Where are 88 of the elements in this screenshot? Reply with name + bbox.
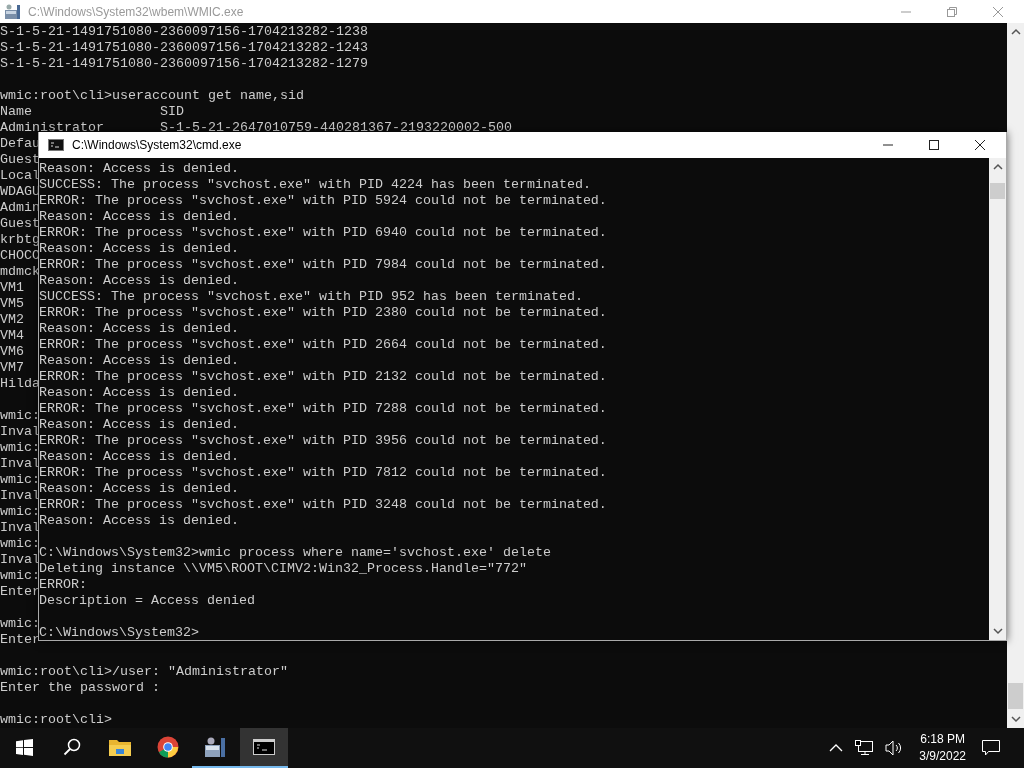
- console-icon: [48, 139, 64, 151]
- console-line: Reason: Access is denied.: [39, 417, 239, 433]
- console-line: Reason: Access is denied.: [39, 481, 239, 497]
- tools-icon: [4, 3, 22, 20]
- console-line: ERROR: The process "svchost.exe" with PID 7812 could not be terminated.: [39, 465, 607, 481]
- console-line: mdmck: [0, 264, 40, 280]
- console-line: Reason: Access is denied.: [39, 385, 239, 401]
- console-line: Reason: Access is denied.: [39, 241, 239, 257]
- console-line: VM5: [0, 296, 24, 312]
- browser-icon: [157, 736, 179, 758]
- console-line: C:\Windows\System32>: [39, 625, 199, 640]
- window-title: C:\Windows\System32\wbem\WMIC.exe: [28, 4, 244, 19]
- server-tools-icon: [204, 736, 228, 758]
- console-line: SUCCESS: The process "svchost.exe" with PID 952 has been terminated.: [39, 289, 583, 305]
- console-line: wmic:root\cli>/user: "Administrator": [0, 664, 288, 680]
- console-line: ERROR: The process "svchost.exe" with PID 7288 could not be terminated.: [39, 401, 607, 417]
- console-line: SUCCESS: The process "svchost.exe" with PID 4224 has been terminated.: [39, 177, 591, 193]
- console-line: Local: [0, 168, 40, 184]
- console-line: S-1-5-21-1491751080-2360097156-1704213282-1279: [0, 56, 368, 72]
- console-line: ERROR: The process "svchost.exe" with PID 6940 could not be terminated.: [39, 225, 607, 241]
- console-line: Reason: Access is denied.: [39, 353, 239, 369]
- console-line: C:\Windows\System32>wmic process where name='svchost.exe' delete: [39, 545, 551, 561]
- window-title: C:\Windows\System32\cmd.exe: [72, 138, 242, 152]
- console-line: wmic:: [0, 616, 40, 631]
- console-line: Reason: Access is denied.: [39, 513, 239, 529]
- console-line: wmic:: [0, 472, 40, 488]
- console-line: wmic:: [0, 504, 40, 520]
- console-line: Reason: Access is denied.: [39, 161, 239, 177]
- console-line: Hilda: [0, 376, 40, 392]
- scroll-up-icon[interactable]: [1010, 28, 1021, 36]
- search-icon: [63, 738, 81, 756]
- console-line: wmic:: [0, 536, 40, 551]
- console-line: Reason: Access is denied.: [39, 273, 239, 289]
- scroll-up-icon[interactable]: [992, 163, 1003, 171]
- console-line: Enter: [0, 584, 40, 600]
- console-line: Description = Access denied: [39, 593, 255, 609]
- console-line: ERROR: The process "svchost.exe" with PID 2132 could not be terminated.: [39, 369, 607, 385]
- console-line: VM6: [0, 344, 24, 360]
- console-line: Guest: [0, 152, 40, 168]
- console-line: Guest: [0, 216, 40, 232]
- windows-icon: [15, 738, 33, 756]
- console-line: ERROR: The process "svchost.exe" with PID 3248 could not be terminated.: [39, 497, 607, 513]
- console-line: Deleting instance \\VM5\ROOT\CIMV2:Win32_Process.Handle="772": [39, 561, 527, 577]
- console-icon: [253, 739, 275, 755]
- scroll-thumb[interactable]: [990, 183, 1005, 199]
- console-line: Reason: Access is denied.: [39, 449, 239, 465]
- console-line: VM4: [0, 328, 24, 344]
- console-line: VM2: [0, 312, 24, 328]
- chevron-up-icon[interactable]: [829, 744, 844, 752]
- console-line: wmic:: [0, 408, 40, 424]
- console-line: Reason: Access is denied.: [39, 321, 239, 337]
- maximize-icon[interactable]: [928, 139, 940, 151]
- clock[interactable]: 6:18 PM 3/9/2022: [919, 731, 966, 765]
- console-line: VM7: [0, 360, 24, 376]
- console-line: VM1: [0, 280, 24, 296]
- console-line: Inval: [0, 424, 40, 440]
- scroll-down-icon[interactable]: [1010, 715, 1021, 723]
- scroll-down-icon[interactable]: [992, 627, 1003, 635]
- console-line: Inval: [0, 456, 40, 472]
- console-line: ERROR: The process "svchost.exe" with PID 3956 could not be terminated.: [39, 433, 607, 449]
- scroll-thumb[interactable]: [1008, 683, 1023, 709]
- console-line: Inval: [0, 488, 40, 504]
- console-line: S-1-5-21-1491751080-2360097156-1704213282-1238: [0, 24, 368, 40]
- console-line: Administrator S-1-5-21-2647010759-440281367-2193220002-500: [0, 120, 512, 136]
- console-line: wmic:: [0, 440, 40, 456]
- console-line: wmic:root\cli>: [0, 712, 112, 728]
- scrollbar[interactable]: [989, 158, 1006, 640]
- console-line: ERROR: The process "svchost.exe" with PID 2380 could not be terminated.: [39, 305, 607, 321]
- notification-icon[interactable]: [982, 740, 1000, 756]
- taskbar-button[interactable]: [240, 728, 288, 768]
- console-line: Enter the password :: [0, 680, 160, 696]
- scrollbar[interactable]: [1007, 23, 1024, 728]
- console-line: wmic:root\cli>useraccount get name,sid: [0, 88, 304, 104]
- console-line: ERROR: The process "svchost.exe" with PID 7984 could not be terminated.: [39, 257, 607, 273]
- console-line: Reason: Access is denied.: [39, 209, 239, 225]
- folder-icon: [109, 738, 131, 756]
- close-icon[interactable]: [974, 139, 986, 151]
- console-line: Inval: [0, 552, 40, 568]
- console-line: ERROR: The process "svchost.exe" with PID 5924 could not be terminated.: [39, 193, 607, 209]
- console-line: ERROR: The process "svchost.exe" with PID 2664 could not be terminated.: [39, 337, 607, 353]
- console-line: wmic:: [0, 568, 40, 584]
- speaker-icon[interactable]: [885, 740, 904, 756]
- console-line: Enter: [0, 632, 40, 648]
- console-line: Name SID: [0, 104, 184, 120]
- network-icon[interactable]: [855, 740, 874, 756]
- console-line: S-1-5-21-1491751080-2360097156-1704213282-1243: [0, 40, 368, 56]
- console-line: Inval: [0, 520, 40, 536]
- console-line: ERROR:: [39, 577, 87, 593]
